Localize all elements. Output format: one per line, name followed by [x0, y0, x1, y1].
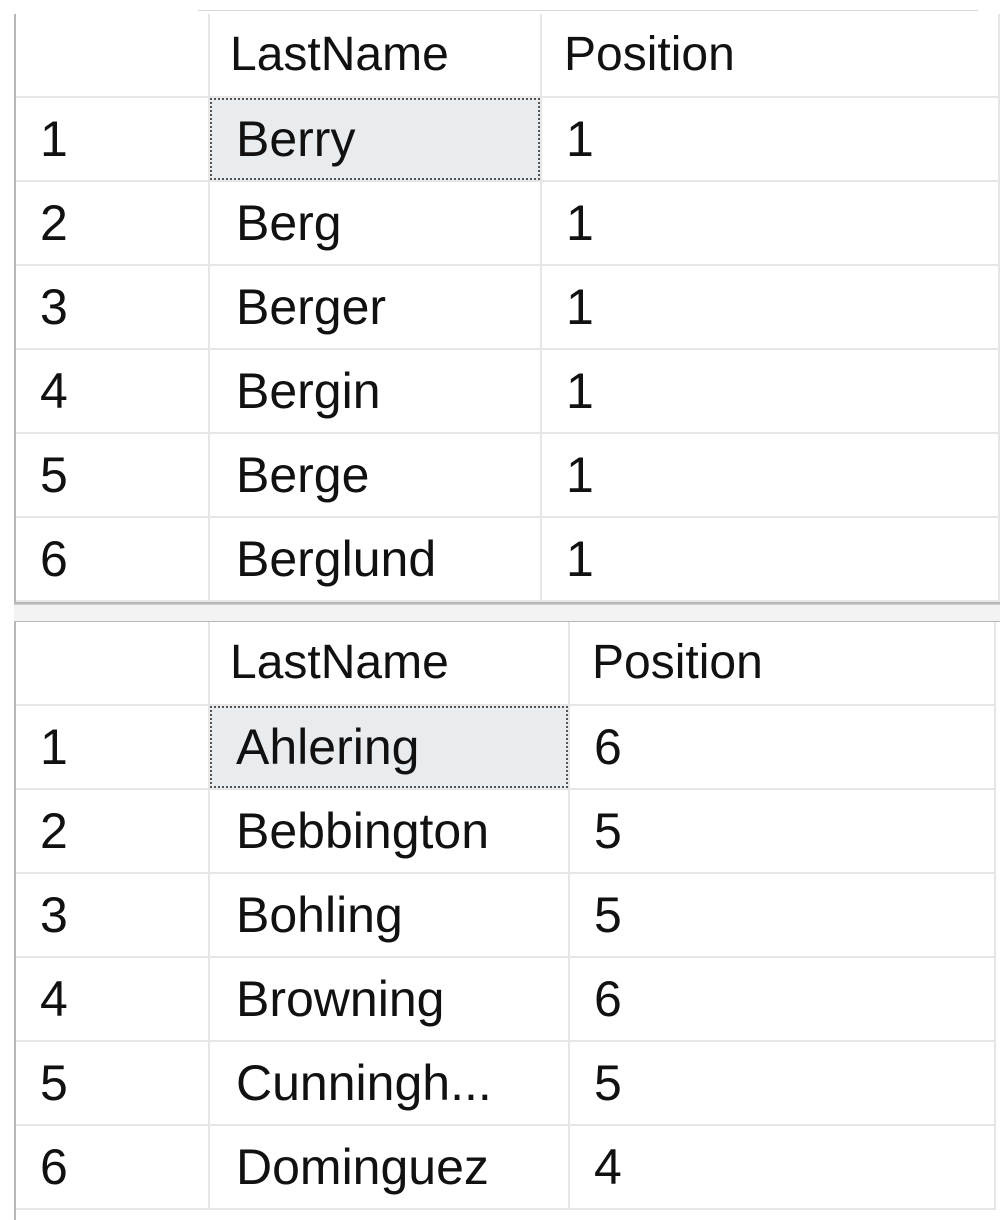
- row-number[interactable]: 5: [16, 433, 210, 518]
- column-header-lastname[interactable]: LastName: [209, 14, 542, 98]
- column-header-position[interactable]: Position: [541, 14, 1000, 98]
- table-row: 6 Berglund 1: [16, 517, 1000, 602]
- table-row: 3 Bohling 5: [16, 873, 996, 958]
- table-row: 6 Dominguez 4: [16, 1125, 996, 1210]
- column-header-position[interactable]: Position: [569, 622, 996, 706]
- row-number[interactable]: 2: [16, 181, 210, 266]
- cell-lastname[interactable]: Berger: [209, 265, 542, 350]
- cell-lastname[interactable]: Cunningh...: [209, 1041, 570, 1126]
- cell-position[interactable]: 5: [569, 873, 996, 958]
- results-pane-splitter[interactable]: [14, 604, 1000, 623]
- row-number[interactable]: 3: [16, 265, 210, 350]
- row-number[interactable]: 6: [16, 1125, 210, 1210]
- cell-position[interactable]: 6: [569, 957, 996, 1042]
- cell-position[interactable]: 1: [541, 265, 1000, 350]
- cell-position[interactable]: 1: [541, 433, 1000, 518]
- cell-position[interactable]: 1: [541, 349, 1000, 434]
- cell-lastname[interactable]: Dominguez: [209, 1125, 570, 1210]
- cell-lastname-selected[interactable]: Ahlering: [209, 705, 570, 790]
- table-row: 2 Bebbington 5: [16, 789, 996, 874]
- table-row: 3 Berger 1: [16, 265, 1000, 350]
- cell-lastname[interactable]: Bebbington: [209, 789, 570, 874]
- row-number[interactable]: 4: [16, 957, 210, 1042]
- cell-lastname[interactable]: Browning: [209, 957, 570, 1042]
- table-row: 4 Bergin 1: [16, 349, 1000, 434]
- header-row: LastName Position: [16, 14, 1000, 98]
- cell-lastname[interactable]: Berglund: [209, 517, 542, 602]
- table-row: 5 Berge 1: [16, 433, 1000, 518]
- cell-position[interactable]: 5: [569, 789, 996, 874]
- row-number[interactable]: 5: [16, 1041, 210, 1126]
- table-row: 4 Browning 6: [16, 957, 996, 1042]
- row-number-header[interactable]: [16, 622, 210, 706]
- row-number[interactable]: 1: [16, 705, 210, 790]
- cell-lastname-selected[interactable]: Berry: [209, 97, 542, 182]
- table-row: 1 Ahlering 6: [16, 705, 996, 790]
- row-number[interactable]: 6: [16, 517, 210, 602]
- cell-lastname[interactable]: Bohling: [209, 873, 570, 958]
- table-row: 1 Berry 1: [16, 97, 1000, 182]
- row-number-header[interactable]: [16, 14, 210, 98]
- cell-position[interactable]: 6: [569, 705, 996, 790]
- table-row: 2 Berg 1: [16, 181, 1000, 266]
- row-number[interactable]: 4: [16, 349, 210, 434]
- results-grid-2[interactable]: LastName Position 1 Ahlering 6 2 Bebbing…: [14, 622, 1000, 1220]
- cell-lastname[interactable]: Bergin: [209, 349, 542, 434]
- cell-position[interactable]: 1: [541, 97, 1000, 182]
- cell-position[interactable]: 4: [569, 1125, 996, 1210]
- results-table-1: LastName Position 1 Berry 1 2 Berg 1 3 B…: [16, 14, 1000, 602]
- column-header-lastname[interactable]: LastName: [209, 622, 570, 706]
- cell-position[interactable]: 1: [541, 181, 1000, 266]
- cell-lastname[interactable]: Berge: [209, 433, 542, 518]
- row-number[interactable]: 2: [16, 789, 210, 874]
- cell-position[interactable]: 5: [569, 1041, 996, 1126]
- cell-position[interactable]: 1: [541, 517, 1000, 602]
- header-row: LastName Position: [16, 622, 996, 706]
- grid-top-border: [198, 10, 978, 11]
- cell-lastname[interactable]: Berg: [209, 181, 542, 266]
- row-number[interactable]: 1: [16, 97, 210, 182]
- table-row: 5 Cunningh... 5: [16, 1041, 996, 1126]
- results-grid-1[interactable]: LastName Position 1 Berry 1 2 Berg 1 3 B…: [14, 14, 1000, 604]
- row-number[interactable]: 3: [16, 873, 210, 958]
- results-table-2: LastName Position 1 Ahlering 6 2 Bebbing…: [16, 622, 996, 1210]
